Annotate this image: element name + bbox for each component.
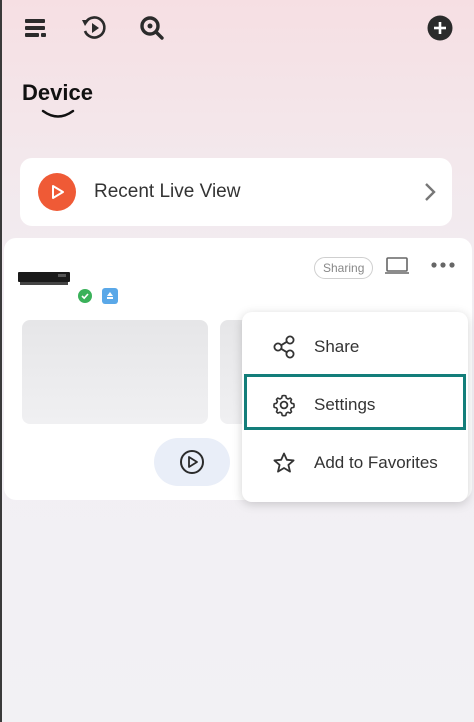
sharing-badge: Sharing	[314, 257, 374, 279]
window-edge	[0, 0, 2, 722]
menu-item-share[interactable]: Share	[242, 318, 468, 376]
add-device-icon[interactable]	[426, 14, 454, 42]
play-circle-icon	[180, 450, 204, 474]
share-icon	[273, 335, 295, 359]
recent-live-view-label: Recent Live View	[94, 181, 241, 202]
menu-item-add-to-favorites[interactable]: Add to Favorites	[242, 434, 468, 492]
play-icon	[38, 173, 76, 211]
monitor-icon[interactable]	[385, 256, 409, 276]
recent-live-view-card[interactable]: Recent Live View	[20, 158, 452, 226]
star-icon	[273, 452, 295, 473]
online-status-icon	[78, 289, 92, 303]
search-icon[interactable]	[138, 14, 166, 42]
page-title: Device	[22, 80, 93, 105]
popup-arrow	[434, 302, 454, 312]
menu-item-label: Share	[314, 337, 360, 356]
chevron-right-icon	[425, 183, 436, 201]
more-options-icon[interactable]	[430, 258, 456, 272]
top-toolbar	[0, 0, 474, 60]
live-view-play-button[interactable]	[154, 438, 230, 486]
playback-history-icon[interactable]	[80, 14, 108, 42]
camera-thumbnail[interactable]	[22, 320, 208, 424]
settings-highlight-box	[244, 374, 466, 430]
menu-item-label: Add to Favorites	[314, 453, 438, 472]
dvr-device-icon	[18, 272, 70, 285]
title-underline-decoration	[41, 109, 75, 118]
menu-list-icon[interactable]	[22, 14, 50, 42]
cloud-storage-icon	[102, 288, 118, 304]
